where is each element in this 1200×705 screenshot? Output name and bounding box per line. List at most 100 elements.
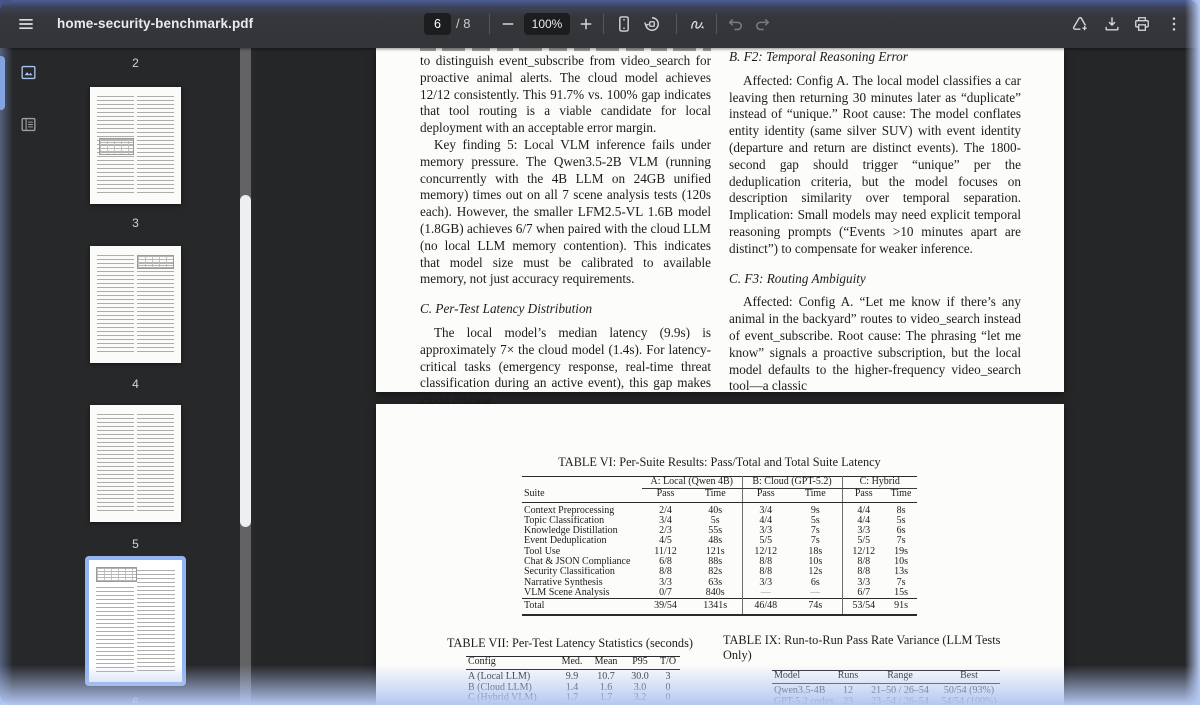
zoom-level-input[interactable]: 100% (524, 13, 570, 35)
rotate-button[interactable] (640, 12, 664, 36)
thumbnail-fake-table (99, 138, 134, 155)
table-cell: B (Cloud LLM) (468, 682, 532, 693)
table-cell: — (810, 587, 821, 598)
table-cell: Pass (741, 488, 790, 503)
table-cell: 5/5 (741, 536, 790, 547)
table-cell: 23–54 / 26–54 (871, 696, 929, 705)
sidebar-tab-outline[interactable] (14, 110, 42, 138)
download-button[interactable] (1100, 12, 1124, 36)
table6-caption: TABLE VI: Per-Suite Results: Pass/Total … (558, 455, 881, 469)
table-cell: 91s (885, 598, 918, 616)
thumbnail-page-3[interactable] (90, 87, 181, 204)
thumbnail-label: 5 (132, 537, 139, 551)
table-cell: Config (466, 656, 556, 671)
annotate-button[interactable] (686, 12, 710, 36)
table-cell: 1.4 (565, 682, 579, 693)
thumbnail-fake-table (96, 567, 138, 582)
undo-button[interactable] (724, 12, 748, 36)
table-row: C (Hybrid VLM) 1.7 1.7 3.2 0 (466, 693, 680, 703)
table-cell: 6/8 (659, 557, 672, 568)
table-cell: GPT-5.2 codex (774, 696, 834, 705)
thumbnail-page-6-selected[interactable] (85, 556, 186, 686)
thumbnail-page-5[interactable] (90, 405, 181, 522)
table-cell: 8/8 (741, 557, 790, 568)
table-cell: Model (772, 670, 834, 685)
table-cell: Qwen3.5-4B (774, 685, 826, 697)
thumbnail-fake-table (137, 255, 174, 270)
table-cell: 55s (708, 526, 723, 537)
thumbnail-label: 6 (132, 695, 139, 705)
table-cell: 3.2 (633, 692, 647, 703)
table-cell: A (Local LLM) (468, 671, 531, 683)
table-row: GPT-5.2 codex 23 23–54 / 26–54 54/54 (100%) (772, 697, 1000, 705)
page-a-left-column: to distinguish event_subscribe from vide… (420, 48, 711, 409)
table-cell: 840s (705, 587, 725, 598)
thumbnail-page-4[interactable] (90, 246, 181, 363)
table-cell: Topic Classification (524, 515, 605, 526)
table-cell: 63s (708, 577, 723, 588)
sidebar-view-strip (0, 48, 52, 705)
table-cell: 7s (896, 536, 906, 547)
latency-statistics-table: Config Med. Mean P95 T/O A (Local LLM) 9.… (466, 656, 680, 703)
table-cell: 12s (808, 567, 823, 578)
table-cell: 4/4 (841, 515, 886, 527)
sidebar-scrollbar-thumb[interactable] (240, 195, 251, 527)
table-cell: 10s (894, 557, 908, 568)
table-cell: 8/8 (841, 557, 886, 568)
add-to-drive-button[interactable] (1068, 12, 1092, 36)
table-cell: 3/3 (741, 526, 790, 537)
table-cell: 8/8 (741, 567, 790, 578)
download-icon (1105, 17, 1119, 31)
table-cell: 3.0 (633, 682, 647, 693)
table-cell: Context Preprocessing (524, 504, 615, 516)
section-heading: C. F3: Routing Ambiguity (729, 270, 866, 286)
document-title: home-security-benchmark.pdf (57, 16, 254, 31)
zoom-in-button[interactable] (574, 12, 598, 36)
page-number-input[interactable]: 6 (424, 13, 451, 35)
toolbar-divider (489, 14, 490, 34)
table-cell: Event Deduplication (524, 536, 607, 547)
print-icon (1135, 17, 1149, 31)
table-cell: 30.0 (631, 671, 649, 683)
table-cell: 12 (843, 685, 853, 697)
fit-page-button[interactable] (612, 12, 636, 36)
table-cell: Pass (841, 488, 886, 503)
toolbar-divider (603, 14, 604, 34)
table7-header-row: Config Med. Mean P95 T/O (466, 656, 680, 671)
table-cell: 5s (896, 515, 906, 526)
table-cell: 88s (708, 557, 723, 568)
fit-page-icon (619, 16, 629, 32)
redo-icon (756, 18, 770, 31)
menu-button[interactable] (14, 12, 38, 36)
document-viewport: to distinguish event_subscribe from vide… (255, 48, 1200, 705)
undo-icon (728, 18, 742, 31)
table-row: Event Deduplication 4/5 48s 5/5 7s 5/5 7s (522, 536, 917, 547)
table-cell: 3/3 (659, 577, 672, 588)
pdf-viewer-window: home-security-benchmark.pdf 6 / 8 100% 2… (0, 0, 1200, 705)
zoom-out-button[interactable] (496, 12, 520, 36)
table-cell: Time (789, 488, 843, 503)
table6-column-header-row: Suite Pass Time Pass Time Pass Time (522, 488, 918, 503)
table-cell: 39/54 (642, 598, 689, 616)
table-cell: Suite (522, 488, 642, 503)
redo-button[interactable] (750, 12, 774, 36)
kebab-icon (1172, 17, 1176, 31)
sidebar-tab-thumbnails[interactable] (14, 58, 42, 86)
table-cell: Med. (556, 656, 588, 671)
more-options-button[interactable] (1162, 12, 1186, 36)
table-cell: 6/7 (841, 587, 886, 599)
table-cell: 2/3 (659, 526, 672, 537)
page-count-label: / 8 (456, 16, 471, 31)
table-cell: Chat & JSON Compliance (524, 557, 631, 568)
table-cell: Mean (588, 656, 624, 671)
table-cell: 82s (708, 567, 723, 578)
table-cell: 3/3 (841, 526, 886, 537)
table-cell: 7s (896, 577, 906, 588)
plus-icon (580, 18, 592, 30)
table-cell: 4/5 (659, 536, 672, 547)
table-cell: 12/12 (841, 546, 886, 558)
table-cell: 0/7 (659, 587, 672, 598)
table-cell (522, 477, 642, 489)
print-button[interactable] (1130, 12, 1154, 36)
section-heading: C. Per-Test Latency Distribution (420, 301, 593, 317)
